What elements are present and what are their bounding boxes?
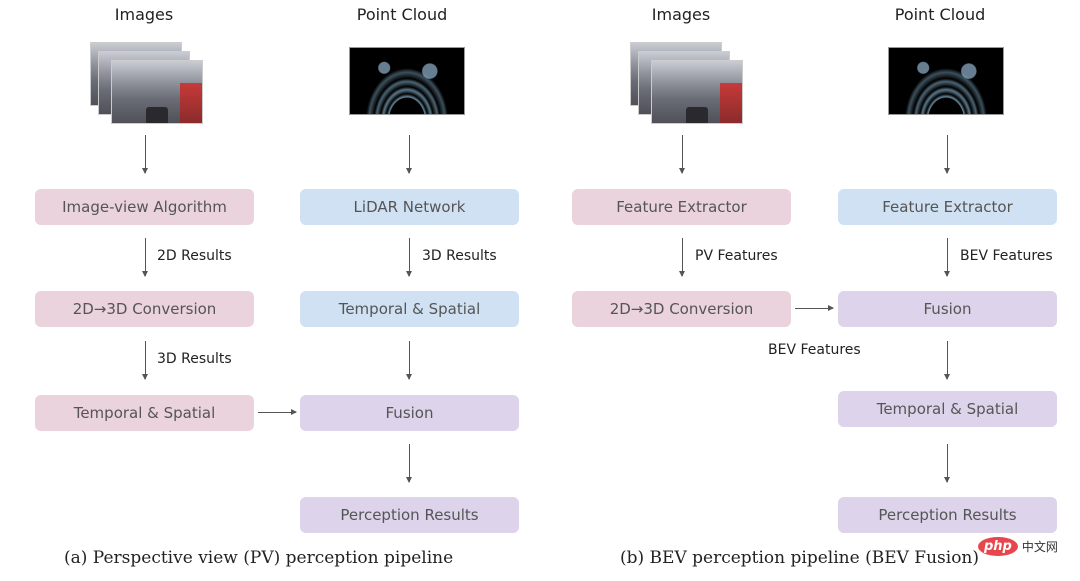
box-temporal-spatial-b: Temporal & Spatial (838, 391, 1057, 427)
arrow-temporal-to-fusion (406, 341, 412, 380)
box-image-view-algorithm: Image-view Algorithm (35, 189, 254, 225)
point-cloud-image-b (888, 47, 1004, 115)
box-fusion-a: Fusion (300, 395, 519, 431)
camera-image (111, 60, 203, 124)
arrow-temporal-to-fusion-horizontal (258, 409, 297, 415)
watermark-text: 中文网 (1021, 540, 1058, 554)
header-point-cloud-a: Point Cloud (356, 5, 448, 24)
watermark: php 中文网 (978, 537, 1058, 556)
edge-label-bev-features-right: BEV Features (960, 248, 1053, 264)
edge-label-3d-results-right: 3D Results (422, 248, 497, 264)
box-feature-extractor-lidar: Feature Extractor (838, 189, 1057, 225)
box-perception-results-a: Perception Results (300, 497, 519, 533)
box-feature-extractor-camera: Feature Extractor (572, 189, 791, 225)
arrow-lidar-to-temporal (406, 238, 412, 277)
arrow-fusion-to-temporal (944, 341, 950, 380)
header-images-a: Images (114, 5, 174, 24)
edge-label-bev-features-left: BEV Features (768, 342, 861, 358)
edge-label-pv-features: PV Features (695, 248, 778, 264)
arrow-conversion-to-temporal (142, 341, 148, 380)
edge-label-3d-results-left: 3D Results (157, 351, 232, 367)
header-images-b: Images (651, 5, 711, 24)
box-temporal-spatial-camera: Temporal & Spatial (35, 395, 254, 431)
arrow-pointcloud-to-lidar (406, 135, 412, 174)
arrow-algorithm-to-conversion (142, 238, 148, 277)
header-point-cloud-b: Point Cloud (894, 5, 986, 24)
box-lidar-network: LiDAR Network (300, 189, 519, 225)
edge-label-2d-results: 2D Results (157, 248, 232, 264)
arrow-temporal-to-results (944, 444, 950, 483)
caption-a: (a) Perspective view (PV) perception pip… (64, 548, 454, 568)
camera-images-stack-b (630, 42, 746, 124)
box-perception-results-b: Perception Results (838, 497, 1057, 533)
watermark-logo: php (978, 537, 1018, 556)
camera-image (651, 60, 743, 124)
box-2d-3d-conversion: 2D→3D Conversion (35, 291, 254, 327)
caption-b: (b) BEV perception pipeline (BEV Fusion) (620, 548, 980, 568)
box-fusion-b: Fusion (838, 291, 1057, 327)
arrow-conversion-to-fusion (795, 305, 834, 311)
box-2d-3d-conversion-b: 2D→3D Conversion (572, 291, 791, 327)
arrow-images-to-feature-extractor (679, 135, 685, 174)
camera-images-stack-a (90, 42, 206, 124)
point-cloud-image-a (349, 47, 465, 115)
arrow-pointcloud-to-feature-extractor (944, 135, 950, 174)
arrow-images-to-algorithm (142, 135, 148, 174)
arrow-extractor-to-fusion (944, 238, 950, 277)
arrow-extractor-to-conversion (679, 238, 685, 277)
box-temporal-spatial-lidar: Temporal & Spatial (300, 291, 519, 327)
arrow-fusion-to-results (406, 444, 412, 483)
